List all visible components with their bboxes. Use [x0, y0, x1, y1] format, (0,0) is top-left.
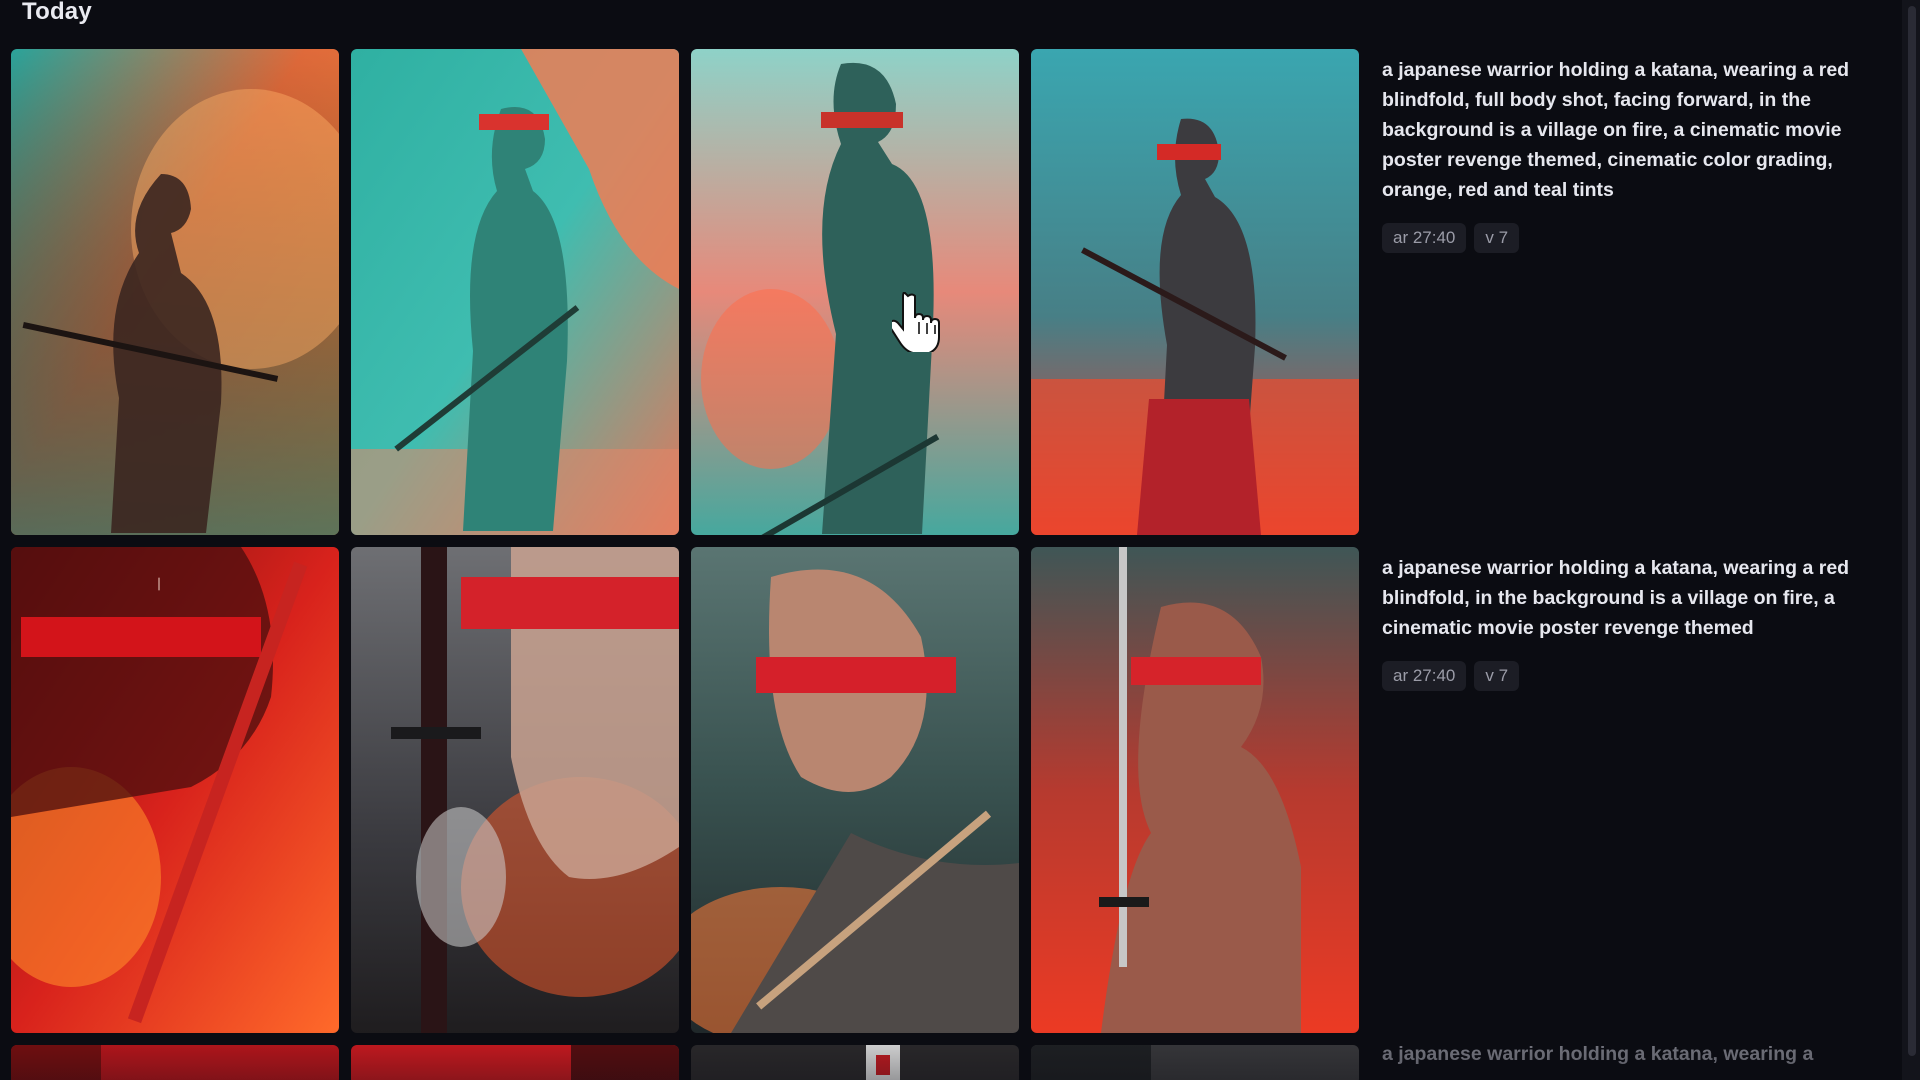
- generated-image: [351, 1045, 679, 1080]
- generated-image: [11, 1045, 339, 1080]
- generated-image: —: [11, 547, 339, 1033]
- aspect-ratio-chip[interactable]: ar 27:40: [1382, 223, 1467, 253]
- prompt-text[interactable]: a japanese warrior holding a katana, wea…: [1382, 553, 1882, 643]
- version-chip[interactable]: v 7: [1474, 661, 1520, 691]
- aspect-ratio-chip[interactable]: ar 27:40: [1382, 661, 1467, 691]
- generated-image: [1031, 547, 1359, 1033]
- prompt-block: a japanese warrior holding a katana, wea…: [1382, 553, 1882, 691]
- generated-image: [691, 547, 1019, 1033]
- generated-image: [691, 1045, 1019, 1080]
- param-chips: ar 27:40 v 7: [1382, 661, 1882, 691]
- generated-image: [691, 49, 1019, 535]
- image-tile[interactable]: [351, 547, 679, 1033]
- param-chips: ar 27:40 v 7: [1382, 223, 1882, 253]
- prompt-text[interactable]: a japanese warrior holding a katana, wea…: [1382, 1039, 1882, 1069]
- prompt-text[interactable]: a japanese warrior holding a katana, wea…: [1382, 55, 1882, 205]
- image-tile[interactable]: [691, 1045, 1019, 1080]
- imagine-feed: Today a japanese warrior holding a katan…: [0, 0, 1920, 1080]
- image-tile[interactable]: [351, 49, 679, 535]
- prompt-block: a japanese warrior holding a katana, wea…: [1382, 1039, 1882, 1069]
- generated-image: [1031, 1045, 1359, 1080]
- prompt-block: a japanese warrior holding a katana, wea…: [1382, 55, 1882, 253]
- scrollbar[interactable]: [1902, 0, 1920, 1080]
- image-tile[interactable]: —: [11, 547, 339, 1033]
- image-tile[interactable]: [691, 547, 1019, 1033]
- generated-image: [1031, 49, 1359, 535]
- image-tile[interactable]: [1031, 1045, 1359, 1080]
- image-tile[interactable]: [1031, 49, 1359, 535]
- image-tile[interactable]: [11, 1045, 339, 1080]
- scrollbar-thumb[interactable]: [1908, 6, 1916, 1056]
- image-tile[interactable]: [691, 49, 1019, 535]
- svg-text:—: —: [151, 577, 167, 591]
- image-tile[interactable]: [1031, 547, 1359, 1033]
- image-tile[interactable]: [351, 1045, 679, 1080]
- image-tile[interactable]: [11, 49, 339, 535]
- version-chip[interactable]: v 7: [1474, 223, 1520, 253]
- generated-image: [351, 547, 679, 1033]
- section-title-today: Today: [22, 0, 92, 25]
- generated-image: [11, 49, 339, 535]
- generated-image: [351, 49, 679, 535]
